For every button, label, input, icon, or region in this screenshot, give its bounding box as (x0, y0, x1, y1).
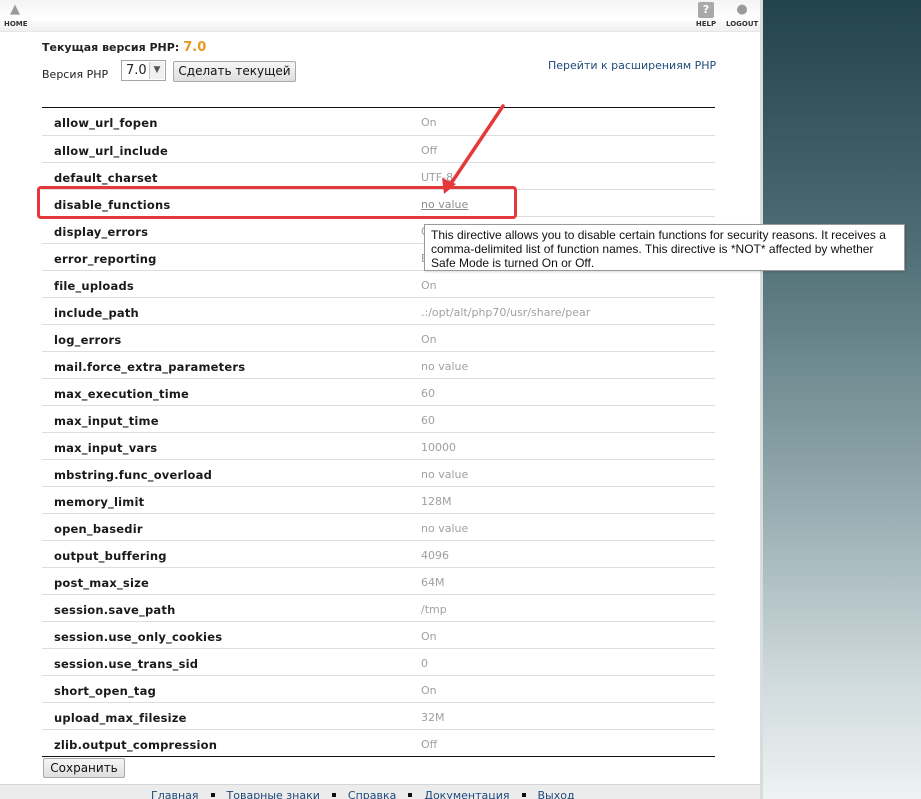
option-value[interactable]: 0 (421, 657, 428, 670)
option-value[interactable]: no value (421, 360, 468, 373)
option-name: post_max_size (54, 576, 150, 590)
option-value[interactable]: On (421, 279, 437, 292)
option-row: session.use_only_cookies On (42, 621, 715, 648)
footer-link[interactable]: Товарные знаки (227, 789, 320, 799)
current-version-label: Текущая версия PHP: (42, 41, 180, 54)
option-value[interactable]: 64M (421, 576, 445, 589)
home-button[interactable]: ▲ HOME (4, 2, 28, 28)
option-name: max_execution_time (54, 387, 190, 401)
php-version-select[interactable]: 7.0 ▼ (121, 60, 166, 81)
option-row: mail.force_extra_parameters no value (42, 351, 715, 378)
option-name: log_errors (54, 333, 122, 347)
option-name: allow_url_include (54, 144, 168, 158)
option-value[interactable]: On (421, 116, 437, 129)
option-value[interactable]: 4096 (421, 549, 449, 562)
option-value[interactable]: On (421, 684, 437, 697)
option-value[interactable]: .:/opt/alt/php70/usr/share/pear (421, 306, 590, 319)
chevron-down-icon: ▼ (149, 62, 164, 79)
option-row: max_execution_time 60 (42, 378, 715, 405)
option-row: output_buffering 4096 (42, 540, 715, 567)
option-name: mail.force_extra_parameters (54, 360, 246, 374)
option-name: memory_limit (54, 495, 145, 509)
footer-link[interactable]: Справка (348, 789, 396, 799)
option-name: session.save_path (54, 603, 176, 617)
footer-separator (408, 793, 413, 797)
option-value[interactable]: 32M (421, 711, 445, 724)
option-name: session.use_only_cookies (54, 630, 223, 644)
option-value[interactable]: On (421, 333, 437, 346)
footer-link[interactable]: Документация (424, 789, 509, 799)
option-row: default_charset UTF-8 (42, 162, 715, 189)
option-row: file_uploads On (42, 270, 715, 297)
side-background (763, 0, 921, 799)
home-icon: ▲ (10, 2, 20, 17)
option-value[interactable]: no value (421, 522, 468, 535)
user-icon: ● (736, 2, 748, 17)
option-row: session.use_trans_sid 0 (42, 648, 715, 675)
home-label: HOME (4, 20, 28, 28)
option-value[interactable]: 60 (421, 414, 435, 427)
logout-label: LOGOUT (726, 20, 759, 28)
option-name: display_errors (54, 225, 149, 239)
current-version-value: 7.0 (183, 40, 207, 55)
version-select-label: Версия PHP (42, 68, 109, 81)
option-name: short_open_tag (54, 684, 157, 698)
option-row: allow_url_include Off (42, 135, 715, 162)
option-value[interactable]: 128M (421, 495, 452, 508)
option-name: upload_max_filesize (54, 711, 187, 725)
option-value[interactable]: /tmp (421, 603, 447, 616)
option-row: short_open_tag On (42, 675, 715, 702)
option-value[interactable]: Off (421, 144, 437, 157)
option-name: mbstring.func_overload (54, 468, 213, 482)
make-current-button[interactable]: Сделать текущей (173, 61, 296, 82)
option-name: output_buffering (54, 549, 167, 563)
option-value[interactable]: 60 (421, 387, 435, 400)
option-name: zlib.output_compression (54, 738, 218, 752)
option-row: log_errors On (42, 324, 715, 351)
option-row: session.save_path/tmp (42, 594, 715, 621)
help-icon: ? (698, 2, 714, 18)
footer-link[interactable]: Главная (151, 789, 199, 799)
option-row: upload_max_filesize 32M (42, 702, 715, 729)
help-button[interactable]: ? HELP (694, 2, 718, 28)
footer-links: Главная Товарные знаки Справка Документация… (151, 789, 575, 799)
directive-tooltip: This directive allows you to disable cer… (424, 224, 905, 271)
option-value[interactable]: no value (421, 468, 468, 481)
footer-separator (210, 793, 215, 797)
option-row: max_input_time 60 (42, 405, 715, 432)
help-label: HELP (695, 20, 717, 28)
option-name: session.use_trans_sid (54, 657, 199, 671)
option-name: open_basedir (54, 522, 143, 536)
option-row: post_max_size 64M (42, 567, 715, 594)
top-toolbar: ▲ HOME ? HELP ● LOGOUT (0, 0, 760, 32)
option-value[interactable]: On (421, 630, 437, 643)
option-row: allow_url_fopen On (42, 108, 715, 135)
option-name: default_charset (54, 171, 158, 185)
option-row: max_input_vars 10000 (42, 432, 715, 459)
option-value[interactable]: Off (421, 738, 437, 751)
option-row: memory_limit 128M (42, 486, 715, 513)
option-name: max_input_vars (54, 441, 158, 455)
annotation-highlight-box (37, 186, 517, 219)
footer-link[interactable]: Выход (538, 789, 575, 799)
footer-separator (331, 793, 336, 797)
side-divider (760, 0, 763, 799)
option-row: mbstring.func_overload no value (42, 459, 715, 486)
option-name: max_input_time (54, 414, 159, 428)
option-value[interactable]: UTF-8 (421, 171, 453, 184)
option-value[interactable]: 10000 (421, 441, 456, 454)
save-button[interactable]: Сохранить (43, 758, 125, 778)
option-name: file_uploads (54, 279, 134, 293)
selected-version: 7.0 (126, 63, 147, 78)
current-php-version: Текущая версия PHP: 7.0 (42, 40, 206, 55)
option-name: error_reporting (54, 252, 157, 266)
logout-button[interactable]: ● LOGOUT (726, 2, 758, 28)
option-name: allow_url_fopen (54, 116, 158, 130)
extensions-link[interactable]: Перейти к расширениям PHP (548, 59, 716, 72)
option-row: zlib.output_compression Off (42, 729, 715, 756)
option-name: include_path (54, 306, 139, 320)
option-row: include_path .:/opt/alt/php70/usr/share/p… (42, 297, 715, 324)
footer-separator (521, 793, 526, 797)
option-row: open_basedir no value (42, 513, 715, 540)
